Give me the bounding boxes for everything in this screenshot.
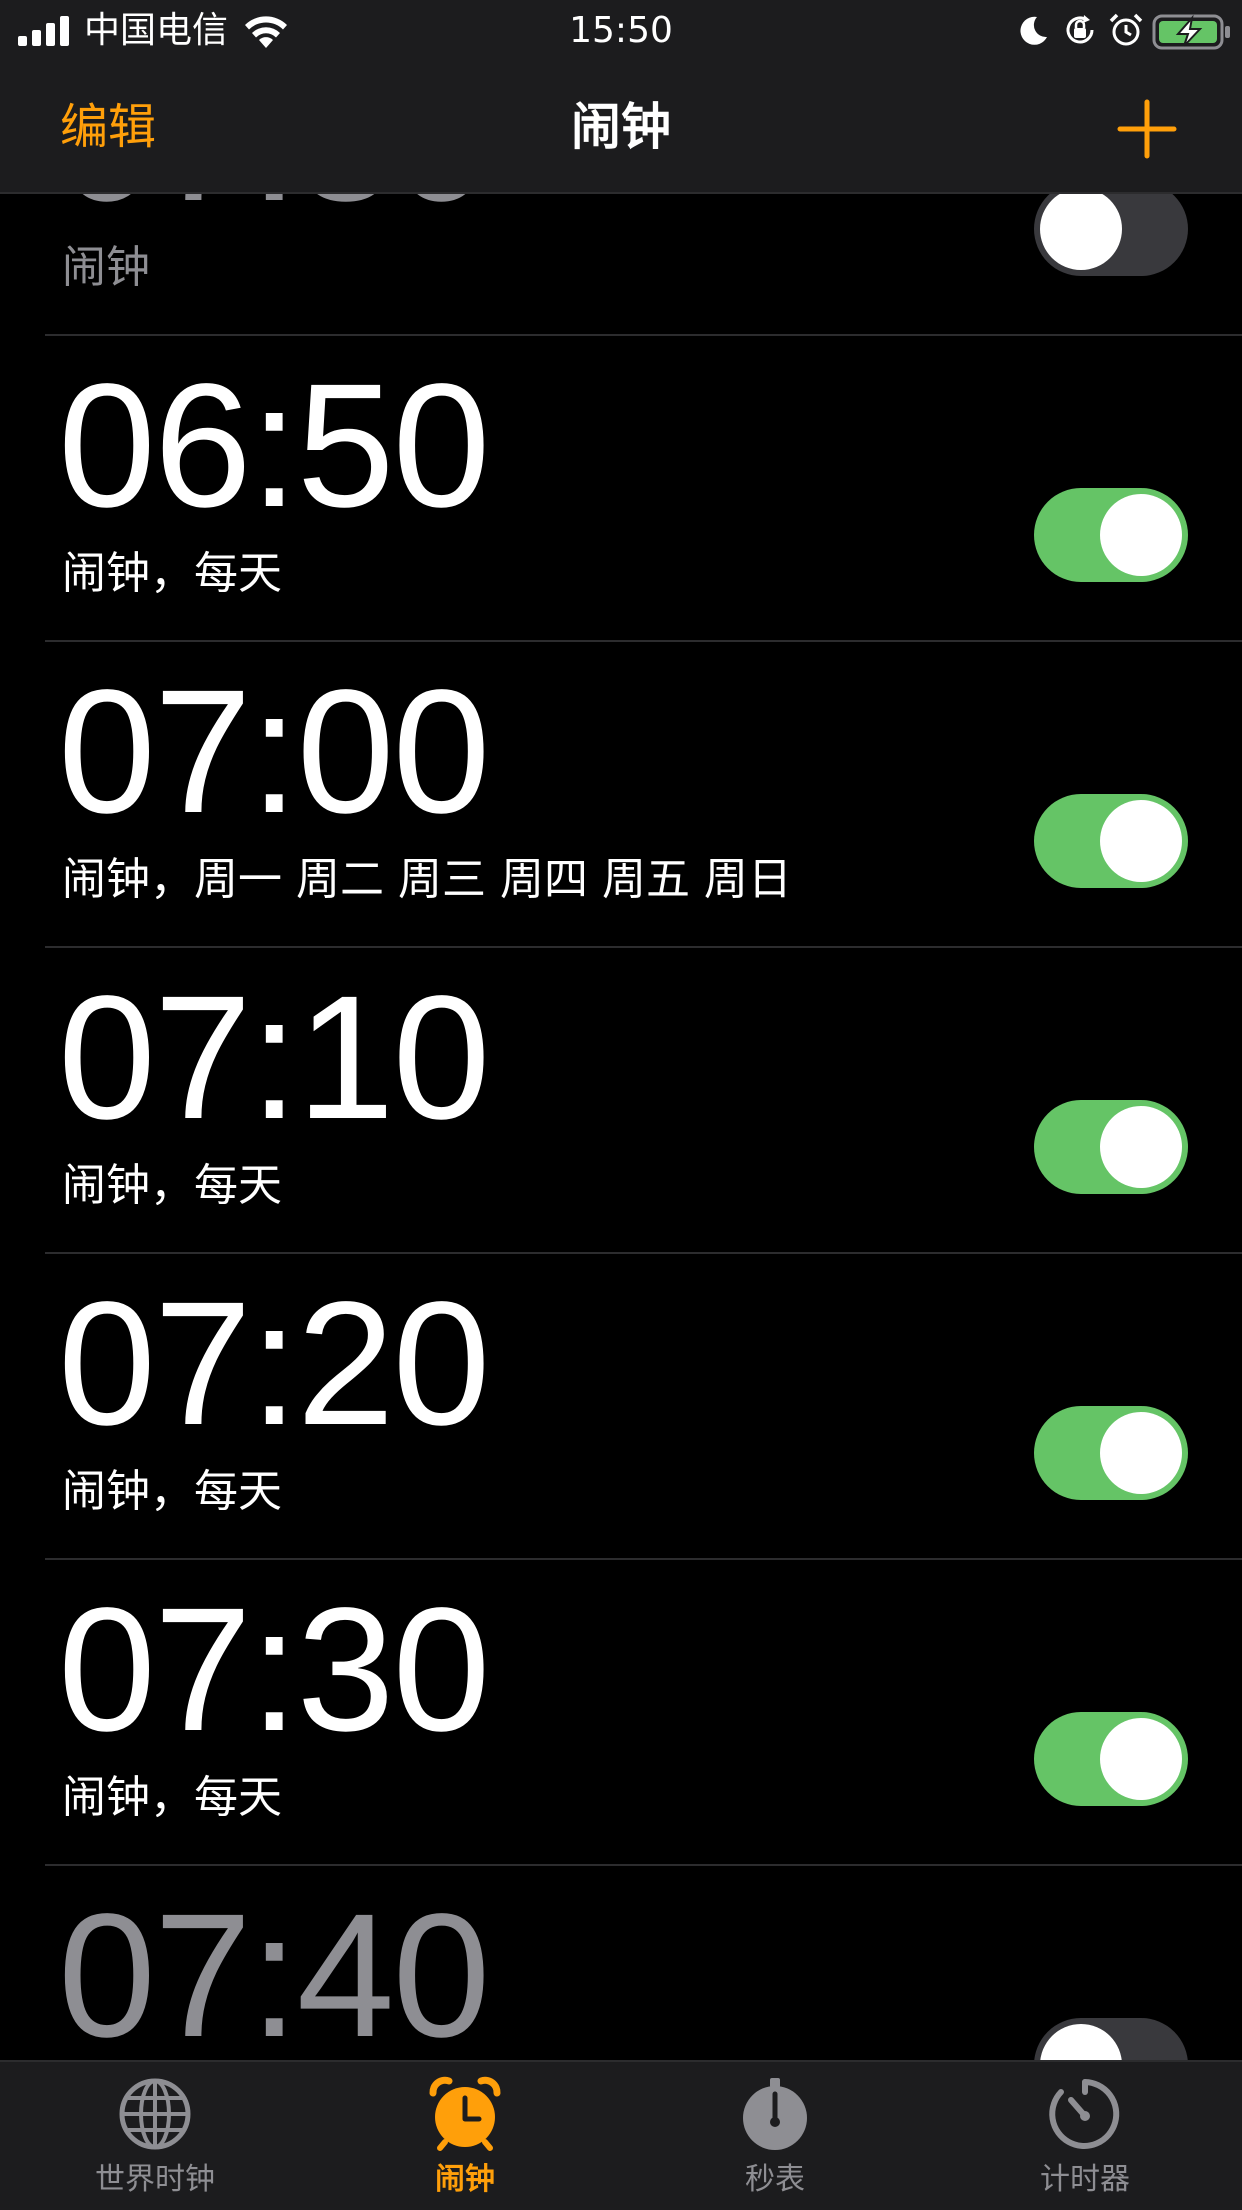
toggle-knob <box>1100 1718 1182 1800</box>
alarm-toggle[interactable] <box>1034 194 1188 276</box>
alarm-row[interactable]: 07:20 闹钟，每天 <box>0 1254 1242 1560</box>
alarm-time: 07:10 <box>58 960 490 1156</box>
alarm-row[interactable]: 07:00 闹钟，周一 周二 周三 周四 周五 周日 <box>0 642 1242 948</box>
alarm-time: 07:30 <box>58 194 490 228</box>
alarm-toggle[interactable] <box>1034 488 1188 582</box>
status-clock: 15:50 <box>569 10 673 51</box>
alarm-toggle[interactable] <box>1034 1712 1188 1806</box>
alarm-time: 07:40 <box>58 1878 490 2060</box>
tab-label: 秒表 <box>745 2162 805 2197</box>
page-title: 闹钟 <box>571 98 671 156</box>
toggle-knob <box>1100 1412 1182 1494</box>
alarm-status-icon <box>1109 13 1143 46</box>
toggle-knob <box>1100 800 1182 882</box>
alarm-toggle[interactable] <box>1034 2018 1188 2060</box>
tab-label: 计时器 <box>1040 2162 1130 2197</box>
battery-charging-icon <box>1152 14 1230 50</box>
status-bar: 中国电信 15:50 <box>0 0 1242 62</box>
alarm-row[interactable]: 07:40 闹钟 <box>0 1866 1242 2060</box>
tab-timer[interactable]: 计时器 <box>930 2062 1240 2210</box>
alarm-toggle[interactable] <box>1034 1100 1188 1194</box>
navigation-bar: 编辑 闹钟 <box>0 62 1242 194</box>
toggle-knob <box>1040 194 1122 270</box>
toggle-knob <box>1100 1106 1182 1188</box>
orientation-lock-icon <box>1066 15 1094 44</box>
alarm-toggle[interactable] <box>1034 794 1188 888</box>
tab-label: 世界时钟 <box>95 2162 215 2197</box>
stopwatch-icon <box>743 2078 807 2150</box>
tab-bar: 世界时钟 闹钟 秒表 计时器 <box>0 2060 1242 2210</box>
alarm-row[interactable]: 07:10 闹钟，每天 <box>0 948 1242 1254</box>
tab-alarm[interactable]: 闹钟 <box>310 2062 620 2210</box>
edit-button[interactable]: 编辑 <box>60 92 156 162</box>
add-alarm-plus-icon[interactable] <box>1114 96 1180 162</box>
alarm-time: 07:00 <box>58 654 490 850</box>
alarm-label: 闹钟，周一 周二 周三 周四 周五 周日 <box>62 854 792 905</box>
alarm-time: 07:20 <box>58 1266 490 1462</box>
timer-icon <box>1049 2079 1120 2149</box>
alarm-label: 闹钟 <box>62 242 150 293</box>
alarm-toggle[interactable] <box>1034 1406 1188 1500</box>
toggle-knob <box>1040 2024 1122 2060</box>
toggle-knob <box>1100 494 1182 576</box>
do-not-disturb-moon-icon <box>1020 16 1047 45</box>
alarm-label: 闹钟，每天 <box>62 548 282 599</box>
alarm-time: 06:50 <box>58 348 490 544</box>
tab-label: 闹钟 <box>435 2162 495 2197</box>
alarm-label: 闹钟，每天 <box>62 1160 282 1211</box>
alarm-clock-icon <box>429 2076 501 2151</box>
alarm-list[interactable]: 07:30 闹钟 06:50 闹钟，每天 07:00 闹钟，周一 周二 周三 周… <box>0 194 1242 2060</box>
alarm-row[interactable]: 06:50 闹钟，每天 <box>0 336 1242 642</box>
tab-world-clock[interactable]: 世界时钟 <box>0 2062 310 2210</box>
alarm-label: 闹钟，每天 <box>62 1772 282 1823</box>
tab-stopwatch[interactable]: 秒表 <box>620 2062 930 2210</box>
alarm-label: 闹钟，每天 <box>62 1466 282 1517</box>
alarm-time: 07:30 <box>58 1572 490 1768</box>
alarm-row[interactable]: 07:30 闹钟，每天 <box>0 1560 1242 1866</box>
alarm-row[interactable]: 07:30 闹钟 <box>0 194 1242 336</box>
globe-icon <box>119 2078 191 2150</box>
